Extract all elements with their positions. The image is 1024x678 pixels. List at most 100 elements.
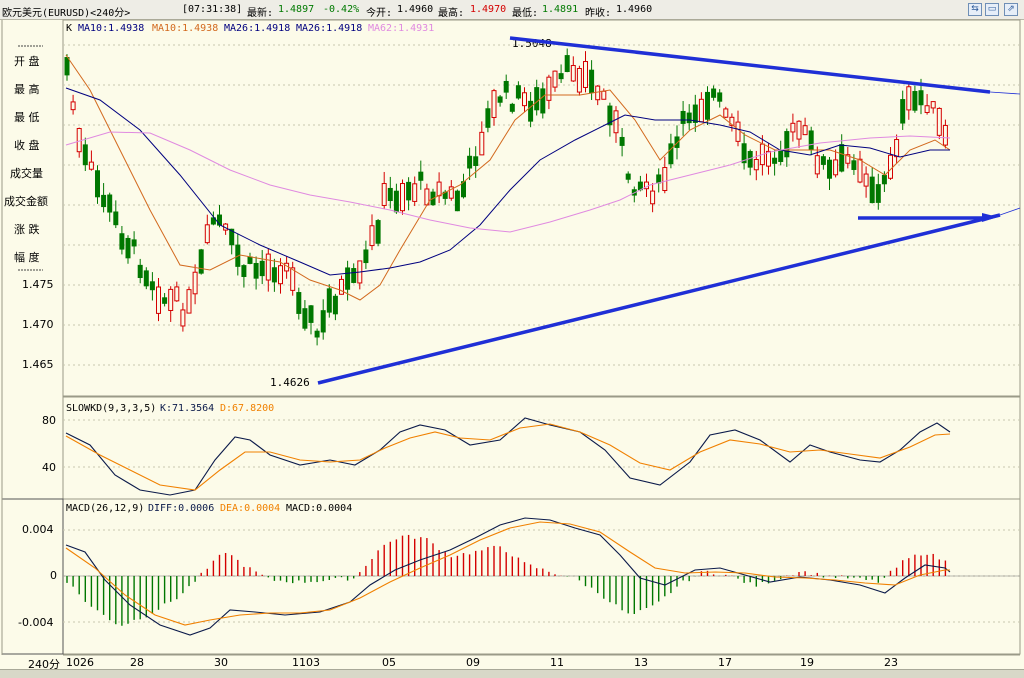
candle-body <box>808 130 814 151</box>
candle-body <box>375 220 381 244</box>
candle-body <box>95 170 100 198</box>
macd-axis-frame <box>1 498 64 655</box>
candle-body <box>778 150 784 162</box>
candle-body <box>326 288 332 313</box>
candle-body <box>204 224 210 244</box>
candle-body <box>271 267 277 283</box>
candle-body <box>70 101 76 111</box>
candle-body <box>918 90 924 106</box>
candle-body <box>137 264 143 279</box>
candle-body <box>406 181 412 201</box>
candle-body <box>839 144 845 172</box>
candle-body <box>88 161 94 170</box>
candle-body <box>436 181 442 197</box>
candle-body <box>869 176 875 204</box>
candle-body <box>454 190 460 212</box>
candle-body <box>369 225 375 247</box>
candle-body <box>625 173 631 180</box>
candle-body <box>107 194 113 213</box>
candle-body <box>332 295 338 315</box>
x-tick: 1026 <box>66 656 94 669</box>
candle-body <box>564 55 570 73</box>
candle-body <box>473 156 479 166</box>
candle-body <box>381 183 387 206</box>
candle-body <box>363 249 369 264</box>
candle-body <box>674 136 680 148</box>
candle-body <box>942 124 948 146</box>
candle-body <box>601 90 607 100</box>
x-tick: 1103 <box>292 656 320 669</box>
x-tick: 13 <box>634 656 648 669</box>
ma26-line <box>65 87 950 276</box>
candle-body <box>711 88 717 98</box>
candle-body <box>296 292 302 314</box>
candle-body <box>619 136 625 146</box>
candle-body <box>259 260 265 277</box>
chart-canvas[interactable] <box>0 0 1024 677</box>
lower-trendline-ext <box>999 207 1021 216</box>
candle-body <box>290 267 296 291</box>
lower-trendline <box>317 213 1001 385</box>
candle-body <box>168 288 174 311</box>
candle-body <box>467 155 473 169</box>
candle-body <box>351 268 357 283</box>
candle-body <box>528 100 534 122</box>
candle-body <box>534 87 540 111</box>
candle-body <box>936 107 942 136</box>
candle-body <box>820 156 826 165</box>
candle-body <box>113 211 119 226</box>
upper-trendline <box>509 36 991 94</box>
candle-body <box>125 237 131 259</box>
candle-body <box>924 105 930 113</box>
kd-panel-frame <box>62 396 1021 500</box>
candle-body <box>509 103 515 112</box>
candle-body <box>851 160 857 170</box>
candle-body <box>265 253 271 281</box>
candle-body <box>613 110 619 134</box>
kd-d-line <box>65 423 951 491</box>
x-tick: 05 <box>382 656 396 669</box>
candle-body <box>302 308 308 329</box>
candle-body <box>186 289 192 314</box>
candle-body <box>900 99 906 124</box>
x-tick: 23 <box>884 656 898 669</box>
candle-body <box>576 67 582 93</box>
candle-body <box>546 76 552 101</box>
candle-body <box>540 88 546 114</box>
candle-body <box>772 157 778 164</box>
candle-body <box>753 158 759 171</box>
candle-body <box>497 96 503 103</box>
candle-body <box>705 91 710 120</box>
candle-body <box>662 167 668 192</box>
candle-body <box>143 270 149 287</box>
candle-body <box>881 174 887 185</box>
candle-body <box>668 143 674 165</box>
candle-body <box>314 330 320 338</box>
candle-body <box>101 194 107 208</box>
candle-body <box>345 267 351 290</box>
candle-body <box>790 122 796 133</box>
candle-body <box>595 85 601 101</box>
candle-body <box>320 310 326 333</box>
candle-body <box>570 65 576 82</box>
candle-body <box>192 271 198 295</box>
candle-body <box>241 265 247 277</box>
candle-body <box>387 187 393 202</box>
candle-body <box>680 110 686 124</box>
candle-body <box>814 155 820 175</box>
candle-body <box>650 190 656 205</box>
candle-body <box>174 286 180 302</box>
x-tick: 28 <box>130 656 144 669</box>
x-tick: 17 <box>718 656 732 669</box>
candle-body <box>723 108 729 118</box>
candle-body <box>686 112 692 124</box>
candle-body <box>698 98 704 123</box>
candle-body <box>308 305 314 323</box>
candle-body <box>558 73 564 80</box>
candle-body <box>802 125 808 136</box>
candle-body <box>131 239 137 247</box>
candle-body <box>583 61 588 88</box>
candle-body <box>278 265 283 285</box>
candle-body <box>906 86 912 111</box>
candle-body <box>827 159 832 179</box>
